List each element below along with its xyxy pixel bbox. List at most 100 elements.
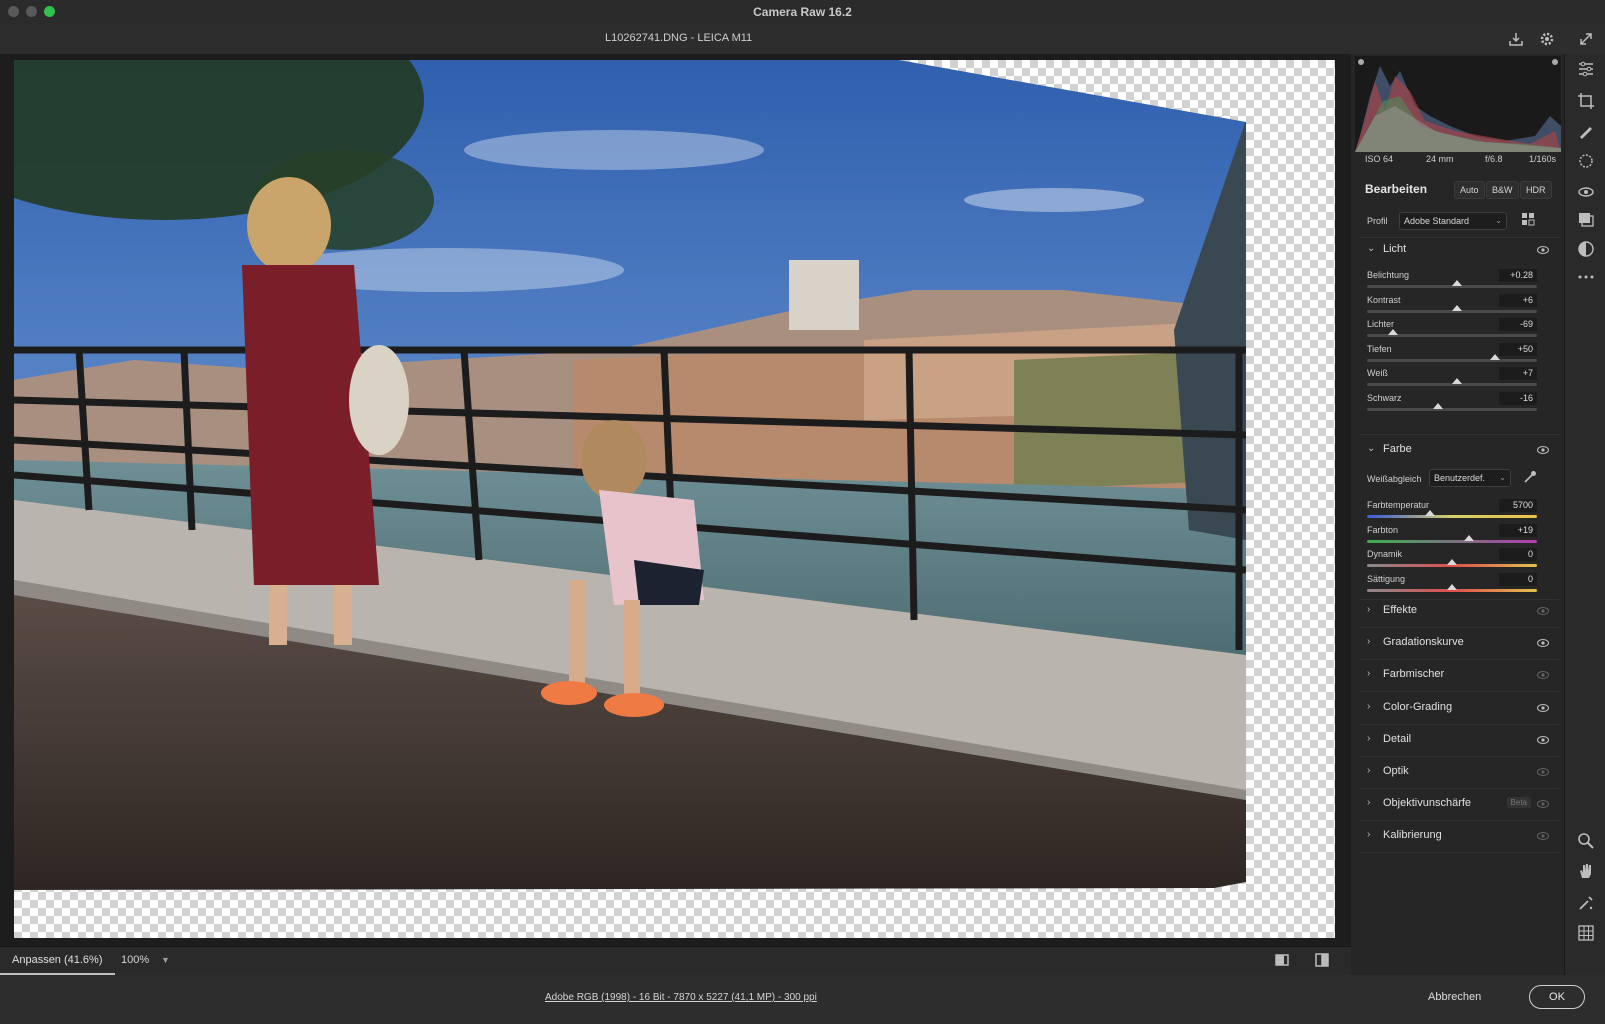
- slider-track[interactable]: [1367, 534, 1537, 543]
- slider-value-field[interactable]: 5700: [1499, 499, 1537, 512]
- aperture-value: f/6.8: [1485, 154, 1503, 164]
- profile-browser-icon[interactable]: [1521, 212, 1535, 226]
- zoom-tool-icon[interactable]: [1577, 832, 1595, 850]
- slider-label: Dynamik: [1367, 549, 1403, 559]
- eye-icon[interactable]: [1537, 799, 1549, 809]
- eye-icon[interactable]: [1537, 831, 1549, 841]
- ok-button[interactable]: OK: [1529, 985, 1585, 1009]
- slider-track[interactable]: [1367, 304, 1537, 313]
- slider-track[interactable]: [1367, 280, 1537, 288]
- red-eye-icon[interactable]: [1577, 182, 1595, 200]
- slider-track[interactable]: [1367, 353, 1537, 362]
- section-header-farbmischer[interactable]: › Farbmischer: [1365, 666, 1555, 686]
- slider-value-field[interactable]: +6: [1499, 293, 1537, 307]
- hand-tool-icon[interactable]: [1577, 862, 1595, 880]
- auto-button[interactable]: Auto: [1454, 181, 1485, 199]
- section-header-effekte[interactable]: › Effekte: [1365, 602, 1555, 622]
- eye-icon[interactable]: [1537, 735, 1549, 745]
- slider-value-field[interactable]: 0: [1499, 548, 1537, 561]
- profile-select[interactable]: Adobe Standard ⌄: [1399, 212, 1507, 230]
- cancel-button[interactable]: Abbrechen: [1428, 991, 1481, 1003]
- section-header-objektivunscharfe[interactable]: › Objektivunschärfe Beta: [1365, 795, 1555, 815]
- zoom-fit-button[interactable]: Anpassen (41.6%): [0, 947, 115, 975]
- section-title: Farbmischer: [1383, 668, 1445, 681]
- save-icon[interactable]: [1507, 30, 1525, 48]
- color-sampler-icon[interactable]: [1577, 894, 1595, 912]
- eye-icon[interactable]: [1537, 445, 1549, 455]
- slider-value-field[interactable]: +7: [1499, 367, 1537, 380]
- eye-icon[interactable]: [1537, 767, 1549, 777]
- image-canvas[interactable]: [14, 60, 1335, 938]
- section-header-gradationskurve[interactable]: › Gradationskurve: [1365, 634, 1555, 654]
- eye-icon[interactable]: [1537, 703, 1549, 713]
- eye-icon[interactable]: [1537, 245, 1549, 255]
- slider-dynamik[interactable]: Dynamik 0: [1367, 548, 1537, 573]
- eye-icon[interactable]: [1537, 638, 1549, 648]
- slider-thumb[interactable]: [1452, 378, 1463, 384]
- before-after-icon[interactable]: [1314, 953, 1330, 967]
- crop-icon[interactable]: [1577, 92, 1595, 110]
- more-icon[interactable]: [1577, 268, 1595, 286]
- slider-label: Farbtemperatur: [1367, 500, 1430, 510]
- hdr-button[interactable]: HDR: [1520, 181, 1552, 199]
- slider-track[interactable]: [1367, 583, 1537, 592]
- eye-icon[interactable]: [1537, 606, 1549, 616]
- divider: [1359, 691, 1559, 693]
- zoom-level[interactable]: 100%: [121, 947, 149, 973]
- white-balance-select[interactable]: Benutzerdef. ⌄: [1429, 469, 1511, 487]
- divider: [1359, 434, 1559, 435]
- divider: [1359, 237, 1559, 238]
- color-section-header[interactable]: ⌄ Farbe: [1365, 441, 1555, 461]
- slider-value-field[interactable]: -16: [1499, 391, 1537, 405]
- slider-value-field[interactable]: +0.28: [1499, 269, 1537, 282]
- bw-button[interactable]: B&W: [1486, 181, 1519, 199]
- slider-track[interactable]: [1367, 329, 1537, 337]
- slider-thumb[interactable]: [1489, 353, 1500, 360]
- slider-belichtung[interactable]: Belichtung +0.28: [1367, 269, 1537, 294]
- gear-icon[interactable]: [1538, 30, 1556, 48]
- grid-icon[interactable]: [1577, 924, 1595, 942]
- slider-thumb[interactable]: [1447, 559, 1457, 565]
- slider-sattigung[interactable]: Sättigung 0: [1367, 572, 1537, 598]
- expand-icon[interactable]: [1577, 30, 1595, 48]
- zoom-dropdown-icon[interactable]: ▼: [161, 947, 170, 973]
- slider-thumb[interactable]: [1452, 280, 1463, 286]
- slider-value-field[interactable]: -69: [1499, 318, 1537, 331]
- masking-icon[interactable]: [1577, 152, 1595, 170]
- section-header-kalibrierung[interactable]: › Kalibrierung: [1365, 827, 1555, 847]
- eyedropper-icon[interactable]: [1523, 470, 1537, 484]
- slider-weiss[interactable]: Weiß +7: [1367, 367, 1537, 392]
- slider-lichter[interactable]: Lichter -69: [1367, 318, 1537, 343]
- slider-thumb[interactable]: [1433, 402, 1444, 409]
- slider-farbtemperatur[interactable]: Farbtemperatur 5700: [1367, 499, 1537, 524]
- slider-thumb[interactable]: [1452, 304, 1463, 311]
- slider-schwarz[interactable]: Schwarz -16: [1367, 391, 1537, 417]
- slider-thumb[interactable]: [1387, 329, 1398, 335]
- edit-sliders-icon[interactable]: [1577, 60, 1595, 78]
- slider-farbton[interactable]: Farbton +19: [1367, 523, 1537, 549]
- slider-thumb[interactable]: [1464, 534, 1474, 541]
- divider: [1359, 723, 1559, 725]
- slider-thumb[interactable]: [1447, 583, 1457, 590]
- section-header-detail[interactable]: › Detail: [1365, 731, 1555, 751]
- image-preview-area[interactable]: [0, 54, 1351, 946]
- slider-value-field[interactable]: 0: [1499, 572, 1537, 586]
- healing-icon[interactable]: [1577, 122, 1595, 140]
- presets-icon[interactable]: [1577, 240, 1595, 258]
- slider-kontrast[interactable]: Kontrast +6: [1367, 293, 1537, 319]
- slider-track[interactable]: [1367, 510, 1537, 518]
- slider-tiefen[interactable]: Tiefen +50: [1367, 342, 1537, 368]
- slider-track[interactable]: [1367, 559, 1537, 567]
- single-view-icon[interactable]: [1274, 953, 1290, 967]
- section-header-color-grading[interactable]: › Color-Grading: [1365, 699, 1555, 719]
- section-header-optik[interactable]: › Optik: [1365, 763, 1555, 783]
- slider-value-field[interactable]: +19: [1499, 523, 1537, 537]
- snapshots-icon[interactable]: [1577, 210, 1595, 228]
- slider-track[interactable]: [1367, 378, 1537, 386]
- slider-track[interactable]: [1367, 402, 1537, 411]
- eye-icon[interactable]: [1537, 670, 1549, 680]
- light-section-header[interactable]: ⌄ Licht: [1365, 241, 1555, 261]
- slider-thumb[interactable]: [1424, 510, 1435, 516]
- slider-value-field[interactable]: +50: [1499, 342, 1537, 356]
- workflow-options-link[interactable]: Adobe RGB (1998) - 16 Bit - 7870 x 5227 …: [545, 992, 817, 1003]
